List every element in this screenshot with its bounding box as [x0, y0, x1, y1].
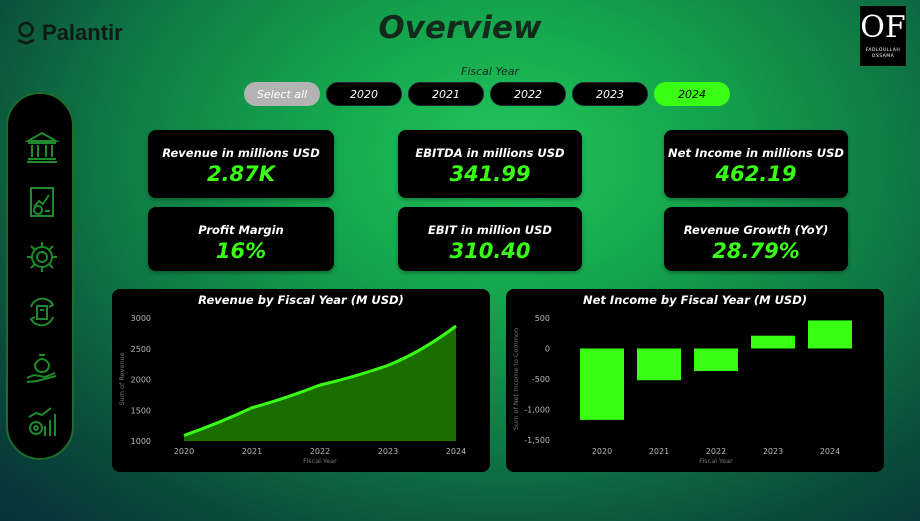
kpi-value: 462.19 — [715, 162, 797, 186]
x-axis-label: Fiscal Year — [303, 457, 337, 465]
y-tick-label: -1,500 — [524, 436, 550, 445]
y-tick-label: -500 — [532, 375, 550, 384]
money-cycle-icon[interactable] — [25, 295, 59, 329]
y-tick-label: 0 — [545, 345, 550, 354]
x-tick-label: 2023 — [378, 447, 398, 456]
author-name: FADLOULLAH OSSAMA — [865, 48, 901, 59]
x-tick-label: 2021 — [649, 447, 669, 456]
net-income-chart-panel: Net Income by Fiscal Year (M USD) 500 0 -5… — [506, 289, 884, 472]
page-title: Overview — [378, 10, 542, 46]
x-tick-label: 2024 — [820, 447, 840, 456]
kpi-card-net-income: Net Income in millions USD 462.19 — [664, 130, 848, 198]
kpi-card-ebitda: EBITDA in millions USD 341.99 — [398, 130, 582, 198]
y-tick-label: -1,000 — [524, 406, 550, 415]
growth-chart-icon[interactable] — [25, 405, 59, 439]
y-axis-label: Sum of Net Income to Common — [512, 328, 520, 430]
kpi-value: 28.79% — [712, 239, 800, 263]
slicer-select-all[interactable]: Select all — [244, 82, 320, 106]
kpi-card-revenue-growth: Revenue Growth (YoY) 28.79% — [664, 207, 848, 271]
author-monogram: OF — [860, 10, 906, 45]
x-tick-label: 2022 — [706, 447, 726, 456]
slicer-option-2020[interactable]: 2020 — [326, 82, 402, 106]
fiscal-year-slicer: Select all 2020 2021 2022 2023 2024 — [244, 82, 730, 106]
x-tick-label: 2022 — [310, 447, 330, 456]
kpi-value: 310.40 — [449, 239, 531, 263]
kpi-card-ebit: EBIT in million USD 310.40 — [398, 207, 582, 271]
slicer-option-2022[interactable]: 2022 — [490, 82, 566, 106]
x-tick-label: 2023 — [763, 447, 783, 456]
x-axis-label: Fiscal Year — [699, 457, 733, 465]
y-tick-label: 2000 — [131, 376, 151, 385]
kpi-card-revenue: Revenue in millions USD 2.87K — [148, 130, 334, 198]
money-hand-icon[interactable] — [25, 350, 59, 384]
sidebar-nav — [6, 92, 74, 460]
y-tick-label: 1500 — [131, 406, 151, 415]
slicer-option-2024[interactable]: 2024 — [654, 82, 730, 106]
kpi-card-profit-margin: Profit Margin 16% — [148, 207, 334, 271]
kpi-label: Profit Margin — [198, 223, 284, 237]
slicer-option-2021[interactable]: 2021 — [408, 82, 484, 106]
net-income-bar — [580, 348, 624, 420]
slicer-title: Fiscal Year — [461, 65, 519, 78]
kpi-label: Revenue Growth (YoY) — [683, 223, 829, 237]
bank-icon[interactable] — [25, 130, 59, 164]
money-gear-icon[interactable] — [25, 240, 59, 274]
kpi-value: 341.99 — [449, 162, 531, 186]
net-income-bar — [751, 335, 795, 349]
kpi-value: 16% — [215, 239, 267, 263]
net-income-bar-chart: 500 0 -500 -1,000 -1,500 2020 2021 2022 2023 2024… — [512, 314, 852, 465]
x-tick-label: 2020 — [592, 447, 612, 456]
y-tick-label: 1000 — [131, 437, 151, 446]
x-tick-label: 2020 — [174, 447, 194, 456]
y-tick-label: 2500 — [131, 345, 151, 354]
revenue-area-chart: 3000 2500 2000 1500 1000 2020 2021 2022 2023 2024… — [118, 314, 466, 465]
revenue-chart-panel: Revenue by Fiscal Year (M USD) 3000 2500 2… — [112, 289, 490, 472]
net-income-bar — [637, 348, 681, 381]
y-tick-label: 500 — [535, 314, 550, 323]
x-tick-label: 2021 — [242, 447, 262, 456]
y-tick-label: 3000 — [131, 314, 151, 323]
financial-report-icon[interactable] — [25, 185, 59, 219]
net-income-bar — [808, 320, 852, 349]
net-income-bar — [694, 348, 738, 372]
kpi-value: 2.87K — [206, 162, 276, 186]
y-axis-label: Sum of Revenue — [118, 352, 126, 405]
kpi-label: Revenue in millions USD — [162, 146, 320, 160]
x-tick-label: 2024 — [446, 447, 466, 456]
slicer-option-2023[interactable]: 2023 — [572, 82, 648, 106]
author-logo: OF FADLOULLAH OSSAMA — [860, 6, 906, 66]
kpi-label: Net Income in millions USD — [668, 146, 844, 160]
kpi-label: EBIT in million USD — [428, 223, 552, 237]
kpi-label: EBITDA in millions USD — [415, 146, 565, 160]
